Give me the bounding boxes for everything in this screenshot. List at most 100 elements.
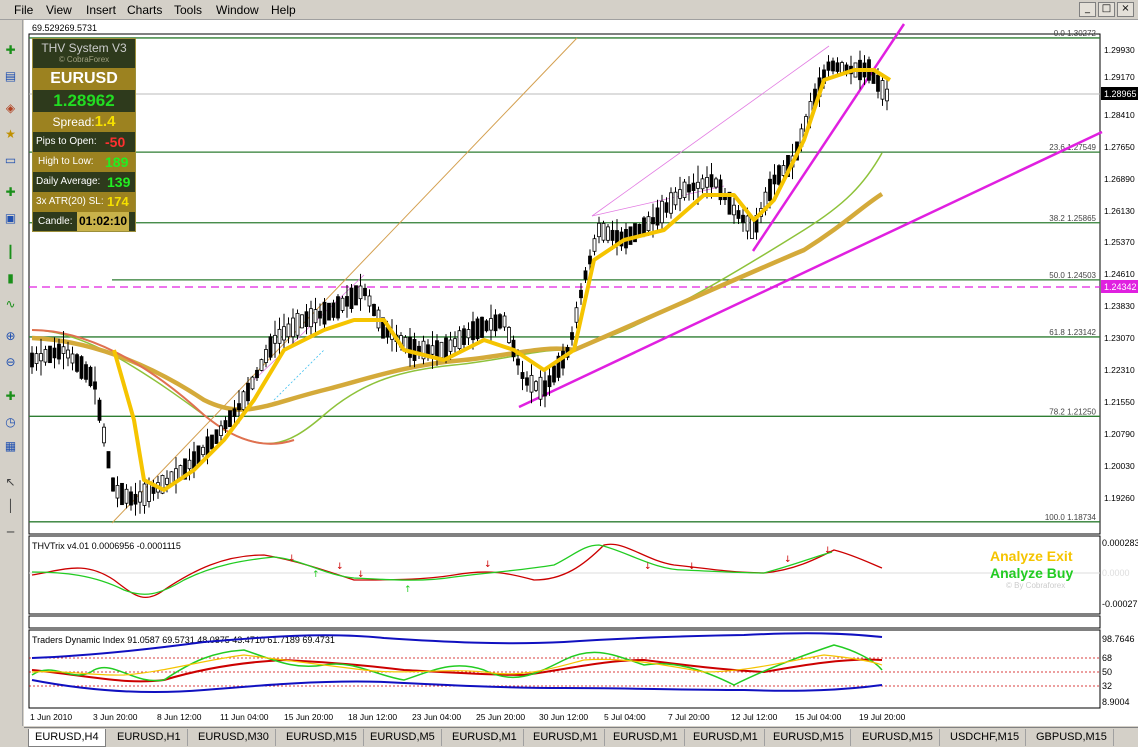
tester-icon[interactable]: ✚ bbox=[2, 184, 19, 201]
close-button[interactable]: × bbox=[1117, 2, 1134, 17]
menu-charts[interactable]: Charts bbox=[127, 3, 162, 17]
candle-body bbox=[138, 491, 142, 503]
candle-body bbox=[583, 270, 588, 280]
price-tick-label: 1.29170 bbox=[1104, 72, 1135, 82]
menu-view[interactable]: View bbox=[46, 3, 72, 17]
terminal-icon[interactable]: ▭ bbox=[2, 152, 19, 169]
menu-help[interactable]: Help bbox=[271, 3, 296, 17]
candle-body bbox=[610, 229, 615, 241]
candle-body bbox=[714, 178, 718, 188]
template-icon[interactable]: ▦ bbox=[2, 438, 19, 455]
candle-body bbox=[237, 403, 241, 411]
tab-eurusd-m5[interactable]: EURUSD,M5 bbox=[364, 729, 442, 746]
tab-eurusd-m15[interactable]: EURUSD,M15 bbox=[856, 729, 940, 746]
tab-eurusd-m15[interactable]: EURUSD,M15 bbox=[280, 729, 364, 746]
tab-eurusd-m1[interactable]: EURUSD,M1 bbox=[607, 729, 685, 746]
zoom-out-icon[interactable]: ⊖ bbox=[2, 354, 19, 371]
daily-label: Daily Average: bbox=[36, 176, 101, 187]
candle-body bbox=[772, 174, 777, 185]
period-icon[interactable]: ◷ bbox=[2, 414, 19, 431]
cursor-icon[interactable]: ↖ bbox=[2, 474, 19, 491]
chart-canvas[interactable]: 0.0 1.3027223.6 1.2754938.2 1.2586550.0 … bbox=[24, 20, 1138, 726]
tab-eurusd-m30[interactable]: EURUSD,M30 bbox=[192, 729, 276, 746]
time-tick-label: 15 Jun 20:00 bbox=[284, 712, 333, 722]
candle-body bbox=[142, 483, 147, 506]
info-price: 1.28962 bbox=[53, 91, 115, 110]
sell-arrow-icon: ↓ bbox=[288, 554, 296, 564]
tab-eurusd-m1[interactable]: EURUSD,M1 bbox=[527, 729, 605, 746]
tab-usdchf-m15[interactable]: USDCHF,M15 bbox=[944, 729, 1027, 746]
candle-body bbox=[570, 332, 574, 340]
line-chart-icon[interactable]: ∿ bbox=[2, 296, 19, 313]
candle-body bbox=[84, 364, 88, 380]
candle-body bbox=[507, 327, 511, 343]
tab-gbpusd-m15[interactable]: GBPUSD,M15 bbox=[1030, 729, 1114, 746]
price-tick-label: 1.21550 bbox=[1104, 397, 1135, 407]
candle-body bbox=[102, 426, 106, 444]
candle-body bbox=[268, 336, 273, 358]
candle-body bbox=[210, 434, 214, 450]
tab-eurusd-m15[interactable]: EURUSD,M15 bbox=[767, 729, 851, 746]
price-axis: 1.29930 1.29170 1.28410 1.27650 1.26890 1.261… bbox=[1104, 45, 1135, 503]
candle-body bbox=[214, 429, 219, 444]
candle-body bbox=[93, 381, 97, 390]
candle-body bbox=[129, 491, 133, 506]
price-tick-label: 1.23830 bbox=[1104, 301, 1135, 311]
maximize-button[interactable]: □ bbox=[1098, 2, 1115, 17]
candle-body bbox=[457, 330, 462, 350]
market-watch-icon[interactable]: ◈ bbox=[2, 100, 19, 117]
menu-insert[interactable]: Insert bbox=[86, 3, 116, 17]
ma-lime bbox=[31, 152, 883, 445]
candle-body bbox=[304, 311, 309, 328]
pips-label: Pips to Open: bbox=[36, 136, 97, 147]
candle-body bbox=[745, 215, 750, 232]
candle-body bbox=[579, 289, 583, 299]
candle-body bbox=[228, 410, 232, 428]
navigator-icon[interactable]: ★ bbox=[2, 126, 19, 143]
add-indicator-icon[interactable]: ✚ bbox=[2, 388, 19, 405]
candle-body bbox=[241, 391, 246, 410]
menu-file[interactable]: File bbox=[14, 3, 33, 17]
candle-body bbox=[732, 204, 736, 216]
horizontal-line-icon[interactable]: ─ bbox=[2, 524, 19, 541]
tab-eurusd-m1[interactable]: EURUSD,M1 bbox=[446, 729, 524, 746]
minimize-button[interactable]: _ bbox=[1079, 2, 1096, 17]
vertical-line-icon[interactable]: │ bbox=[2, 498, 19, 515]
price-tick-label: 1.23070 bbox=[1104, 333, 1135, 343]
candle-body bbox=[115, 485, 120, 499]
line-icon[interactable]: ┃ bbox=[2, 244, 19, 261]
candle-body bbox=[592, 238, 597, 252]
candle-body bbox=[466, 329, 471, 339]
ma-gold bbox=[31, 192, 884, 412]
candle-body bbox=[876, 74, 880, 92]
chart-window[interactable]: 0.0 1.30272 23.6 1.27549 38.2 1.25865 50.0 … bbox=[24, 20, 1138, 726]
tab-eurusd-h1[interactable]: EURUSD,H1 bbox=[111, 729, 188, 746]
new-chart-icon[interactable]: ✚ bbox=[2, 42, 19, 59]
candle-body bbox=[354, 285, 358, 306]
tab-eurusd-m1[interactable]: EURUSD,M1 bbox=[687, 729, 765, 746]
candle-body bbox=[835, 62, 840, 72]
trix-credit: © By Cobraforex bbox=[1006, 581, 1065, 590]
crosshair-icon[interactable]: ▣ bbox=[2, 210, 19, 227]
candle-body bbox=[282, 326, 286, 341]
candle-body bbox=[538, 376, 543, 400]
tab-eurusd-h4[interactable]: EURUSD,H4 bbox=[28, 729, 106, 747]
candles bbox=[30, 50, 889, 516]
profiles-icon[interactable]: ▤ bbox=[2, 68, 19, 85]
candle-body bbox=[327, 302, 331, 321]
candle-body bbox=[525, 377, 529, 386]
zoom-in-icon[interactable]: ⊕ bbox=[2, 328, 19, 345]
menu-window[interactable]: Window bbox=[216, 3, 259, 17]
candle-body bbox=[493, 314, 498, 332]
menu-tools[interactable]: Tools bbox=[174, 3, 202, 17]
fib-levels: 0.0 1.3027223.6 1.2754938.2 1.2586550.0 … bbox=[29, 29, 1100, 523]
candle-body bbox=[66, 349, 70, 359]
candle-body bbox=[543, 380, 547, 397]
corner-readout: 69.529269.5731 bbox=[32, 23, 97, 33]
candle-body bbox=[52, 347, 57, 359]
bar-chart-icon[interactable]: ▮ bbox=[2, 270, 19, 287]
sell-arrow-icon: ↓ bbox=[336, 562, 344, 572]
candle-body bbox=[529, 374, 534, 393]
price-tick-label: 1.29930 bbox=[1104, 45, 1135, 55]
candle-body bbox=[322, 301, 327, 325]
